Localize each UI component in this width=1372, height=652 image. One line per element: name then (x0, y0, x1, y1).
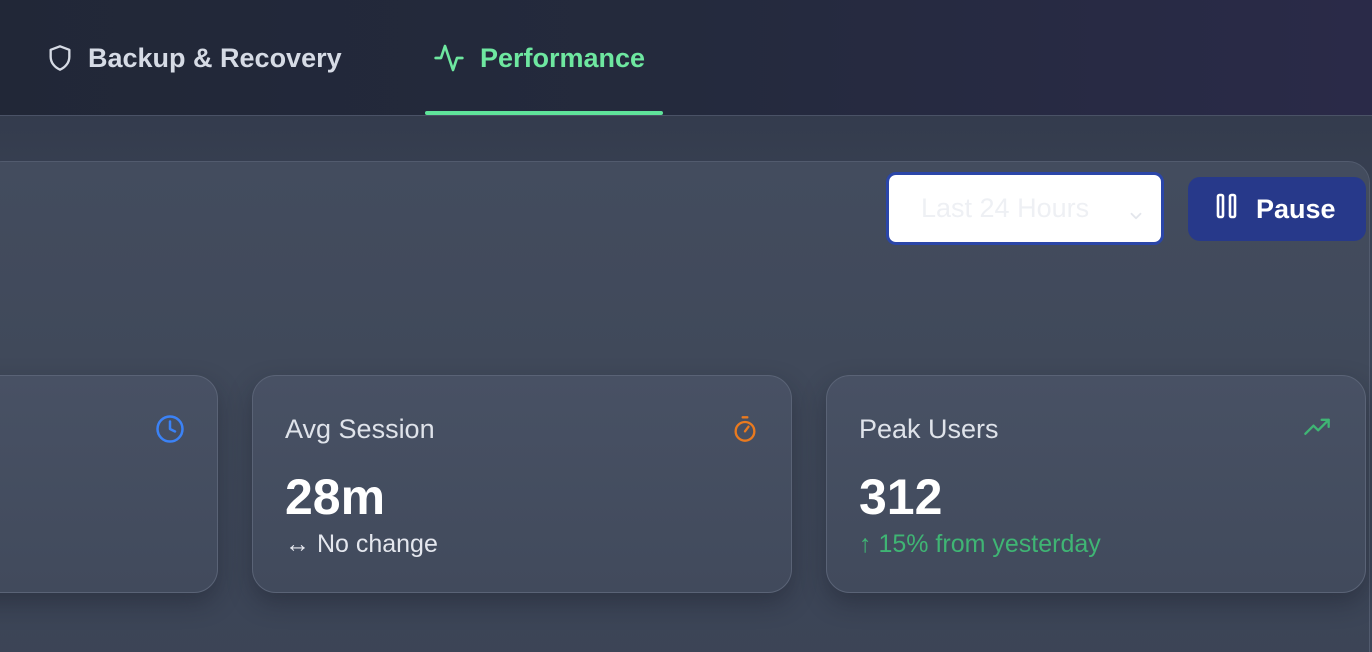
clock-icon (155, 414, 185, 449)
trending-up-icon (1301, 414, 1333, 447)
tab-performance[interactable]: Performance (432, 0, 645, 116)
stat-card-value: 28m (285, 469, 386, 525)
stat-card-change: ↑ 15% from yesterday (859, 530, 1101, 558)
activity-icon (432, 42, 466, 74)
stat-card-peak-users: Peak Users 312 ↑ 15% from yesterday (826, 375, 1366, 593)
shield-icon (46, 43, 74, 73)
stat-card-label: Avg Session (285, 414, 435, 444)
tab-performance-label: Performance (480, 42, 646, 73)
stat-card-change: ↔ No change (285, 530, 438, 558)
chevron-down-icon (1127, 201, 1145, 232)
stat-card-value: 312 (859, 469, 943, 525)
stat-card-avg-session: Avg Session 28m ↔ No change (252, 375, 792, 593)
tab-backup-label: Backup & Recovery (88, 42, 342, 73)
timer-icon (731, 414, 759, 449)
pause-icon (1216, 193, 1238, 226)
page: Backup & Recovery Performance Last 24 Ho… (0, 0, 1372, 652)
tab-bar: Backup & Recovery Performance (0, 0, 1372, 116)
time-range-value: Last 24 Hours (921, 193, 1090, 223)
tab-backup-recovery[interactable]: Backup & Recovery (46, 0, 342, 116)
time-range-select[interactable]: Last 24 Hours (886, 172, 1164, 245)
pause-label: Pause (1256, 193, 1336, 224)
stat-card-label: Peak Users (859, 414, 999, 444)
stat-card-uptime (0, 375, 218, 593)
pause-button[interactable]: Pause (1188, 177, 1366, 241)
active-tab-indicator (425, 111, 663, 115)
